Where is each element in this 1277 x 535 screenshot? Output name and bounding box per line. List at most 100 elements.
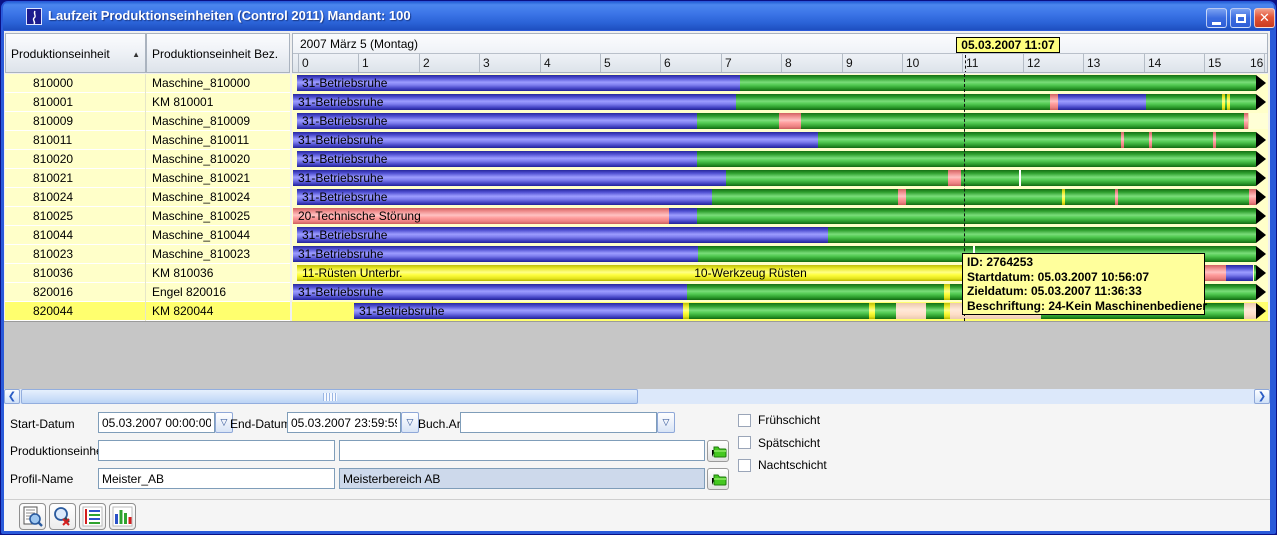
gantt-segment[interactable]: [898, 189, 906, 205]
gantt-segment[interactable]: [779, 113, 801, 129]
cell-bezeichnung[interactable]: Maschine_810025: [147, 207, 290, 226]
minimize-button[interactable]: [1206, 8, 1227, 28]
profil-bereich-input[interactable]: [339, 468, 705, 489]
gantt-segment[interactable]: [687, 284, 944, 300]
gantt-segment[interactable]: [896, 303, 926, 319]
produktionseinheit-input[interactable]: [98, 440, 335, 461]
table-row[interactable]: 810024Maschine_810024: [5, 188, 290, 207]
table-row[interactable]: 820016Engel 820016: [5, 283, 290, 302]
checkbox[interactable]: [738, 414, 751, 427]
table-row[interactable]: 810025Maschine_810025: [5, 207, 290, 226]
end-date-dropdown[interactable]: ▽: [401, 412, 419, 433]
produktionseinheit-lookup-button[interactable]: [707, 440, 729, 462]
produktionseinheit-input2[interactable]: [339, 440, 705, 461]
gantt-segment[interactable]: [689, 303, 869, 319]
gantt-segment[interactable]: 31-Betriebsruhe: [354, 303, 683, 319]
gantt-segment[interactable]: [1065, 189, 1115, 205]
start-date-input[interactable]: [98, 412, 215, 433]
column-header-bezeichnung[interactable]: Produktionseinheit Bez.: [146, 33, 290, 73]
gantt-segment[interactable]: [712, 189, 898, 205]
table-row[interactable]: 820044KM 820044: [5, 302, 290, 321]
cell-bezeichnung[interactable]: Maschine_810044: [147, 226, 290, 245]
table-row[interactable]: 810044Maschine_810044: [5, 226, 290, 245]
shift-checkbox-row[interactable]: Spätschicht: [738, 436, 820, 450]
report-preview-button[interactable]: [19, 503, 46, 530]
gantt-segment[interactable]: [801, 113, 1244, 129]
table-row[interactable]: 810011Maschine_810011: [5, 131, 290, 150]
gantt-segment[interactable]: [726, 170, 948, 186]
buchart-input[interactable]: [460, 412, 657, 433]
profil-name-input[interactable]: [98, 468, 335, 489]
gantt-segment[interactable]: [875, 303, 896, 319]
table-row[interactable]: 810020Maschine_810020: [5, 150, 290, 169]
timeline-header[interactable]: 2007 März 5 (Montag) 0123456789101112131…: [292, 33, 1268, 73]
cell-produktionseinheit[interactable]: 810025: [5, 207, 146, 226]
cell-produktionseinheit[interactable]: 820016: [5, 283, 146, 302]
time-cursor-flag[interactable]: 05.03.2007 11:07: [956, 37, 1060, 53]
table-row[interactable]: 810021Maschine_810021: [5, 169, 290, 188]
end-date-input[interactable]: [287, 412, 401, 433]
gantt-segment[interactable]: 31-Betriebsruhe: [293, 170, 726, 186]
profil-lookup-button[interactable]: [707, 468, 729, 490]
gantt-segment[interactable]: [1248, 113, 1268, 129]
zoom-reset-button[interactable]: [49, 503, 76, 530]
gantt-segment[interactable]: 31-Betriebsruhe: [297, 75, 740, 91]
gantt-segment[interactable]: [669, 208, 697, 224]
gantt-segment[interactable]: [1204, 265, 1226, 281]
table-row[interactable]: 810000Maschine_810000: [5, 74, 290, 93]
gantt-segment[interactable]: [1152, 132, 1213, 148]
cell-bezeichnung[interactable]: Maschine_810000: [147, 74, 290, 93]
gantt-segment[interactable]: [736, 94, 1050, 110]
gantt-segment[interactable]: 20-Technische Störung: [293, 208, 669, 224]
cell-produktionseinheit[interactable]: 810044: [5, 226, 146, 245]
gantt-segment[interactable]: [1124, 132, 1149, 148]
gantt-segment[interactable]: [1050, 94, 1058, 110]
cell-bezeichnung[interactable]: Engel 820016: [147, 283, 290, 302]
cell-bezeichnung[interactable]: KM 810036: [147, 264, 290, 283]
cell-produktionseinheit[interactable]: 810000: [5, 74, 146, 93]
cell-produktionseinheit[interactable]: 810024: [5, 188, 146, 207]
cell-produktionseinheit[interactable]: 810001: [5, 93, 146, 112]
gantt-segment[interactable]: [1230, 94, 1256, 110]
cell-produktionseinheit[interactable]: 810020: [5, 150, 146, 169]
gantt-segment[interactable]: [906, 189, 1062, 205]
close-button[interactable]: ✕: [1254, 8, 1275, 28]
gantt-segment[interactable]: [697, 113, 779, 129]
gantt-segment[interactable]: [828, 227, 1256, 243]
table-row[interactable]: 810001KM 810001: [5, 93, 290, 112]
scroll-right-button[interactable]: ❯: [1254, 389, 1270, 404]
gantt-segment[interactable]: 31-Betriebsruhe: [297, 227, 828, 243]
gantt-segment[interactable]: 31-Betriebsruhe: [293, 284, 687, 300]
gantt-segment[interactable]: [1146, 94, 1222, 110]
gantt-segment[interactable]: [926, 303, 944, 319]
table-row[interactable]: 810036KM 810036: [5, 264, 290, 283]
cell-bezeichnung[interactable]: KM 820044: [147, 302, 290, 321]
cell-produktionseinheit[interactable]: 810009: [5, 112, 146, 131]
table-row[interactable]: 810009Maschine_810009: [5, 112, 290, 131]
gantt-segment[interactable]: [697, 208, 1256, 224]
gantt-segment[interactable]: [1118, 189, 1249, 205]
cell-produktionseinheit[interactable]: 810021: [5, 169, 146, 188]
cell-produktionseinheit[interactable]: 810011: [5, 131, 146, 150]
gantt-segment[interactable]: [1058, 94, 1146, 110]
shift-checkbox-row[interactable]: Nachtschicht: [738, 458, 827, 472]
gantt-segment[interactable]: [818, 132, 1121, 148]
checkbox[interactable]: [738, 459, 751, 472]
gantt-segment[interactable]: [1226, 265, 1253, 281]
gantt-segment[interactable]: [1216, 132, 1256, 148]
gantt-segment[interactable]: 31-Betriebsruhe: [297, 189, 712, 205]
list-view-button[interactable]: [79, 503, 106, 530]
sort-ascending-icon[interactable]: ▲: [132, 50, 140, 59]
scroll-left-button[interactable]: ❮: [4, 389, 20, 404]
gantt-segment[interactable]: 31-Betriebsruhe: [293, 94, 736, 110]
gantt-segment[interactable]: 31-Betriebsruhe: [297, 113, 697, 129]
gantt-segment[interactable]: 31-Betriebsruhe: [293, 246, 698, 262]
table-row[interactable]: 810023Maschine_810023: [5, 245, 290, 264]
buchart-dropdown[interactable]: ▽: [657, 412, 675, 433]
cell-produktionseinheit[interactable]: 820044: [5, 302, 146, 321]
checkbox[interactable]: [738, 436, 751, 449]
maximize-button[interactable]: [1230, 8, 1251, 28]
gantt-segment[interactable]: 31-Betriebsruhe: [293, 132, 818, 148]
scrollbar-thumb[interactable]: [21, 389, 638, 404]
cell-bezeichnung[interactable]: Maschine_810009: [147, 112, 290, 131]
